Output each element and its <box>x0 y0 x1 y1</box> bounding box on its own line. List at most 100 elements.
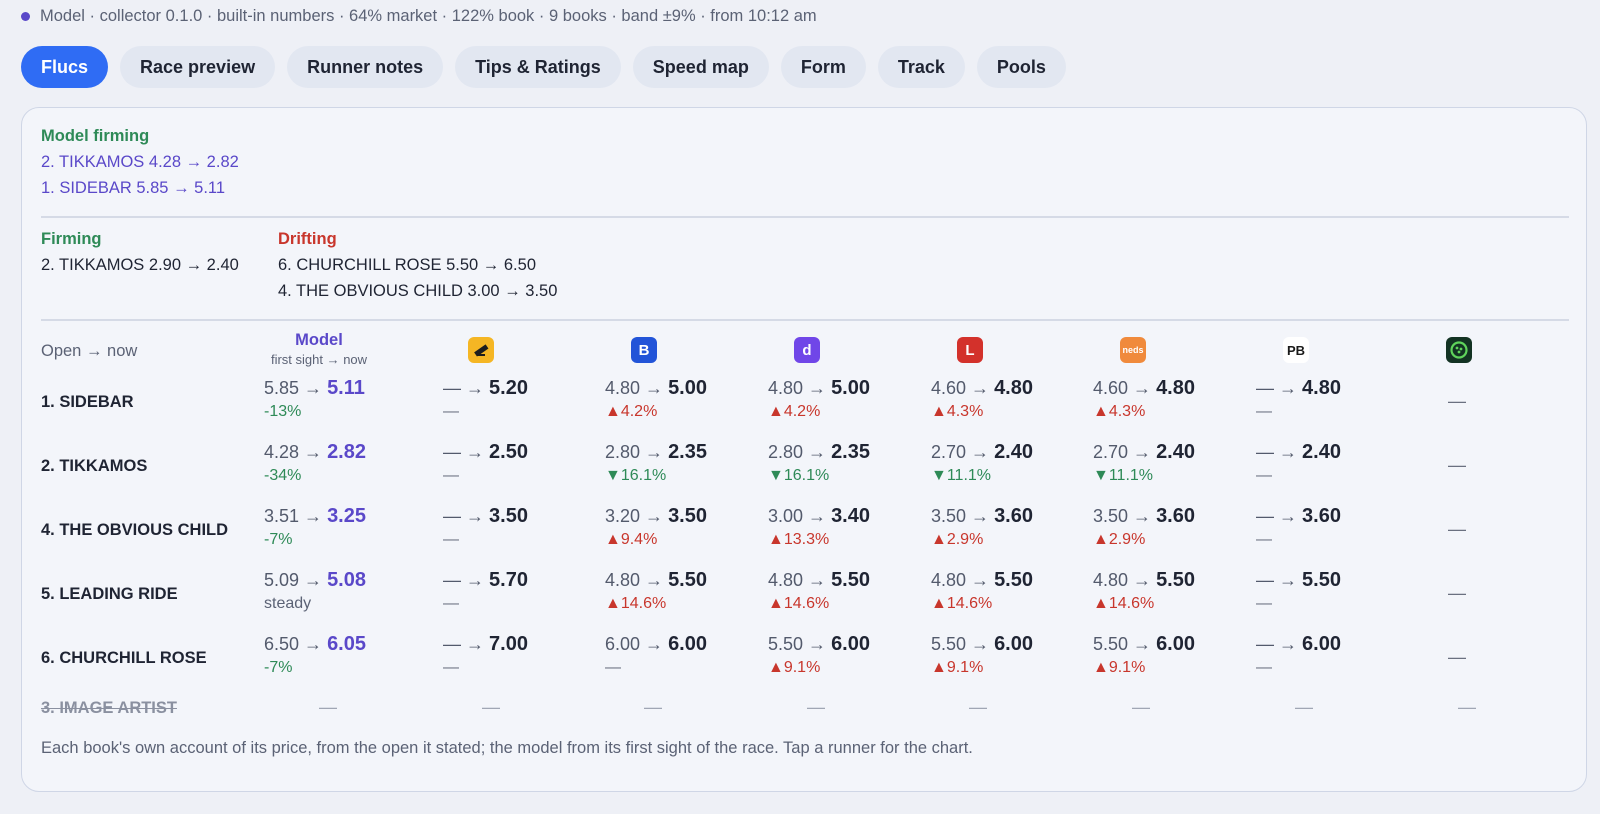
runner-name[interactable]: 6. CHURCHILL ROSE <box>41 649 207 668</box>
model-cell[interactable]: 5.09 → 5.08 steady <box>264 569 424 613</box>
arrow: → <box>640 506 669 526</box>
model-cell[interactable]: 5.85 → 5.11 -13% <box>264 377 424 421</box>
book-price: — → 3.50 <box>443 505 603 528</box>
current-price: 6.00 <box>831 633 870 655</box>
open-price: — <box>443 378 461 398</box>
price-change: ▲14.6% <box>768 595 830 612</box>
runner-name[interactable]: 4. THE OBVIOUS CHILD <box>41 521 228 540</box>
arrow: → <box>1274 634 1303 654</box>
current-price: 4.80 <box>1302 377 1341 399</box>
tab-track[interactable]: Track <box>877 46 965 88</box>
book-price-cell[interactable]: 3.50 → 3.60 ▲2.9% <box>1093 505 1253 549</box>
book-price-cell[interactable]: — → 3.50 — <box>443 505 603 549</box>
model-change: -13% <box>264 403 302 420</box>
book-price-cell[interactable]: 4.60 → 4.80 ▲4.3% <box>931 377 1091 421</box>
arrow: → <box>1128 378 1157 398</box>
book-price-cell[interactable]: 4.80 → 5.50 ▲14.6% <box>931 569 1091 613</box>
book-price: 3.20 → 3.50 <box>605 505 765 528</box>
book-price-cell[interactable]: 3.50 → 3.60 ▲2.9% <box>931 505 1091 549</box>
book-price-cell[interactable]: — → 4.80— <box>1256 377 1416 421</box>
book-price: 3.50 → 3.60 <box>1093 505 1253 528</box>
book-price-cell[interactable]: 4.60 → 4.80 ▲4.3% <box>1093 377 1253 421</box>
scratched-cell: — <box>1132 697 1150 717</box>
current-price: 2.35 <box>831 441 870 463</box>
arrow: → <box>461 570 490 590</box>
firming-item[interactable]: 2. TIKKAMOS 2.90 → 2.40 <box>41 256 239 275</box>
model-change: steady <box>264 595 312 612</box>
model-cell[interactable]: 6.50 → 6.05 -7% <box>264 633 424 677</box>
current-price: 4.80 <box>1156 377 1195 399</box>
book-price: 4.80 → 5.00 <box>605 377 765 400</box>
book-price-cell[interactable]: 4.80 → 5.00 ▲4.2% <box>768 377 928 421</box>
model-cell[interactable]: 4.28 → 2.82 -34% <box>264 441 424 485</box>
book-price-cell[interactable]: 5.50 → 6.00 ▲9.1% <box>768 633 928 677</box>
tab-form[interactable]: Form <box>780 46 866 88</box>
book-price-cell[interactable]: 6.00 → 6.00 — <box>605 633 765 677</box>
book-price-cell[interactable]: — → 5.50— <box>1256 569 1416 613</box>
book-price-cell[interactable]: — → 3.60— <box>1256 505 1416 549</box>
tab-pools[interactable]: Pools <box>976 46 1066 88</box>
book-price-cell[interactable]: 2.70 → 2.40 ▼11.1% <box>1093 441 1253 485</box>
arrow: → <box>461 506 490 526</box>
book-price-cell[interactable]: 4.80 → 5.50 ▲14.6% <box>1093 569 1253 613</box>
runner-name[interactable]: 2. TIKKAMOS <box>41 457 147 476</box>
book-price-cell[interactable]: — → 5.70— <box>443 569 603 613</box>
arrow: → <box>299 442 328 462</box>
arrow: → <box>299 570 328 590</box>
book-price: 4.80 → 5.50 <box>768 569 928 592</box>
current-price: 5.70 <box>489 569 528 591</box>
current-price: 2.40 <box>1302 441 1341 463</box>
arrow: → <box>803 506 832 526</box>
arrow: → <box>640 634 669 654</box>
arrow: → <box>1128 570 1157 590</box>
book-price-cell[interactable]: 5.50 → 6.00 ▲9.1% <box>931 633 1091 677</box>
tab-runner-notes[interactable]: Runner notes <box>287 46 444 88</box>
book-price-cell[interactable]: 3.20 → 3.50 ▲9.4% <box>605 505 765 549</box>
open-price: 4.80 <box>768 378 804 398</box>
tab-speed-map[interactable]: Speed map <box>632 46 769 88</box>
book-price-cell[interactable]: 4.80 → 5.00 ▲4.2% <box>605 377 765 421</box>
model-header-title: Model <box>295 331 343 349</box>
book-price-cell[interactable]: 4.80 → 5.50 ▲14.6% <box>605 569 765 613</box>
book-price-cell[interactable]: — → 5.20— <box>443 377 603 421</box>
current-price: 5.50 <box>668 569 707 591</box>
book-price-cell[interactable]: — → 6.00— <box>1256 633 1416 677</box>
model-cell[interactable]: 3.51 → 3.25 -7% <box>264 505 424 549</box>
current-price: 5.50 <box>1156 569 1195 591</box>
model-firming-item[interactable]: 1. SIDEBAR 5.85 → 5.11 <box>41 179 225 198</box>
runner-name[interactable]: 5. LEADING RIDE <box>41 585 178 604</box>
book-price-cell[interactable]: 4.80 → 5.50 ▲14.6% <box>768 569 928 613</box>
current-price: 2.40 <box>994 441 1033 463</box>
drifting-item[interactable]: 4. THE OBVIOUS CHILD 3.00 → 3.50 <box>278 282 557 301</box>
price-change: — <box>443 659 459 676</box>
price-change: — <box>1256 467 1272 484</box>
book-price-cell[interactable]: 2.80 → 2.35 ▼16.1% <box>605 441 765 485</box>
book-price-cell[interactable]: — → 7.00— <box>443 633 603 677</box>
runner-name[interactable]: 1. SIDEBAR <box>41 393 134 412</box>
book-price: — → 6.00 <box>1256 633 1416 656</box>
book-price-cell[interactable]: 3.00 → 3.40 ▲13.3% <box>768 505 928 549</box>
model-change: -34% <box>264 467 302 484</box>
book-price-cell[interactable]: 2.80 → 2.35 ▼16.1% <box>768 441 928 485</box>
bluebet-icon: B <box>631 337 657 363</box>
price-change: ▲9.1% <box>931 659 984 676</box>
book-price-cell[interactable]: — → 2.50— <box>443 441 603 485</box>
model-from: 4.28 <box>264 442 300 462</box>
book-price-cell[interactable]: 2.70 → 2.40 ▼11.1% <box>931 441 1091 485</box>
price-change: — <box>443 531 459 548</box>
book-price: 4.80 → 5.50 <box>1093 569 1253 592</box>
book-price-cell[interactable]: 5.50 → 6.00 ▲9.1% <box>1093 633 1253 677</box>
tab-race-preview[interactable]: Race preview <box>120 46 276 88</box>
book-price-cell[interactable]: — → 2.40— <box>1256 441 1416 485</box>
current-price: 3.60 <box>1302 505 1341 527</box>
price-change: ▲13.3% <box>768 531 830 548</box>
model-firming-item[interactable]: 2. TIKKAMOS 4.28 → 2.82 <box>41 153 239 172</box>
current-price: 3.60 <box>1156 505 1195 527</box>
divider <box>41 216 1569 218</box>
tab-bar: Flucs Race preview Runner notes Tips & R… <box>21 46 1066 88</box>
tab-flucs[interactable]: Flucs <box>21 46 109 88</box>
tab-tips-ratings[interactable]: Tips & Ratings <box>455 46 621 88</box>
open-price: 3.50 <box>1093 506 1129 526</box>
drifting-item[interactable]: 6. CHURCHILL ROSE 5.50 → 6.50 <box>278 256 536 275</box>
scratched-runner-name[interactable]: 3. IMAGE ARTIST <box>41 699 177 718</box>
